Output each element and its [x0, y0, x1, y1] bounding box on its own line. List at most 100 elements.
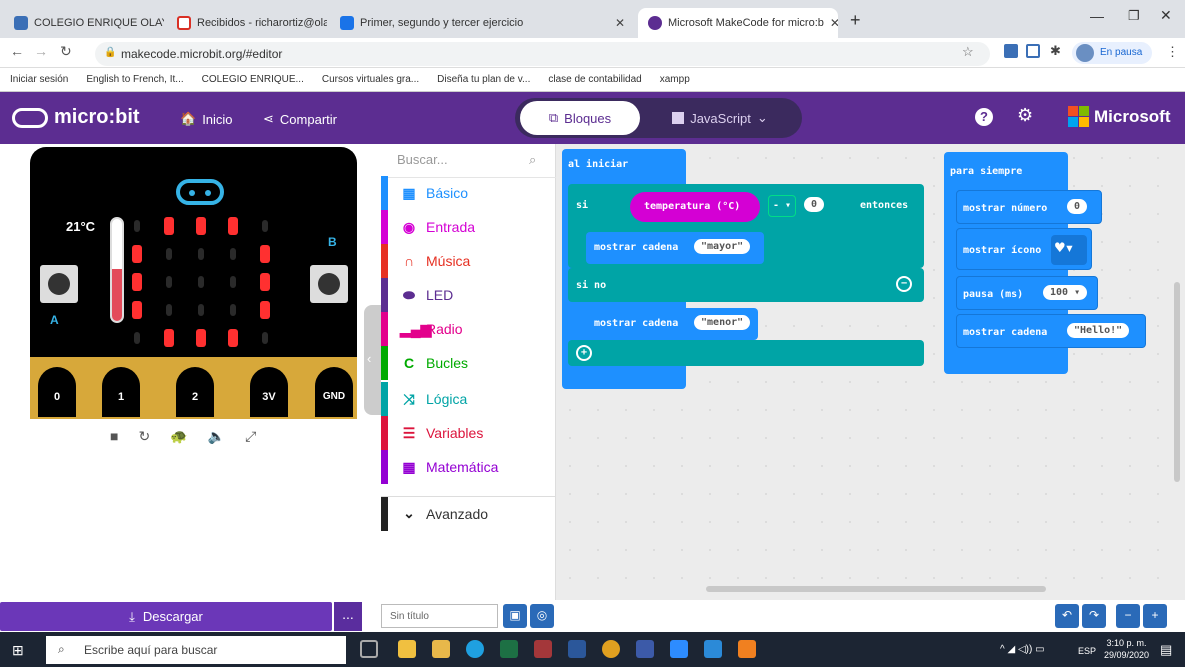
blocks-tab[interactable]: ⧉ Bloques [520, 101, 640, 135]
horizontal-scrollbar[interactable] [706, 586, 1046, 592]
help-icon[interactable]: ? [975, 108, 993, 126]
toolbox-category-musica[interactable]: ∩ Música [381, 244, 556, 278]
restart-icon[interactable]: ↻ [138, 428, 150, 445]
menu-icon[interactable]: ⋮ [1166, 44, 1179, 60]
toolbox-category-radio[interactable]: ▂▄▆ Radio [381, 312, 556, 346]
browser-tab[interactable]: Recibidos - richarortiz@olayista. ✕ [167, 8, 327, 38]
bookmark-item[interactable]: Cursos virtuales gra... [322, 74, 419, 85]
browser-tab[interactable]: COLEGIO ENRIQUE OLAYA HERR ✕ [4, 8, 164, 38]
edge-icon[interactable] [466, 640, 484, 658]
number-input[interactable]: 0 [1067, 199, 1088, 214]
pin-gnd[interactable]: GND [315, 367, 353, 417]
url-input[interactable]: 🔒 makecode.microbit.org/#editor [95, 42, 990, 66]
extension-icon[interactable] [1004, 44, 1018, 58]
string-input[interactable]: "menor" [694, 315, 751, 330]
minimize-icon[interactable]: — [1090, 8, 1104, 24]
task-view-icon[interactable] [360, 640, 378, 658]
heart-icon-dropdown[interactable]: ♥▾ [1051, 235, 1087, 265]
notifications-icon[interactable]: ▤ [1160, 642, 1172, 658]
github-icon[interactable]: ◎ [530, 604, 554, 628]
bookmark-item[interactable]: Diseña tu plan de v... [437, 74, 530, 85]
profile-button[interactable]: En pausa [1072, 42, 1152, 64]
bookmark-item[interactable]: clase de contabilidad [548, 74, 641, 85]
temperature-slider[interactable] [110, 217, 124, 323]
toolbox-category-logica[interactable]: ⤨ Lógica [381, 382, 556, 416]
pause-dropdown[interactable]: 100 ▾ [1043, 285, 1088, 300]
star-icon[interactable]: ☆ [962, 44, 974, 60]
close-icon[interactable]: ✕ [824, 16, 838, 30]
download-more-button[interactable]: ... [334, 602, 362, 631]
chrome-icon[interactable] [602, 640, 620, 658]
toolbox-category-entrada[interactable]: ◉ Entrada [381, 210, 556, 244]
system-tray-icons[interactable]: ^ ◢ ◁)) ▭ [1000, 644, 1045, 655]
reload-icon[interactable]: ↻ [60, 43, 72, 60]
chevron-down-icon[interactable]: ⌄ [757, 110, 768, 126]
excel-icon[interactable] [500, 640, 518, 658]
zoom-out-icon[interactable]: − [1116, 604, 1140, 628]
extension-icon[interactable] [1026, 44, 1040, 58]
word-icon[interactable] [568, 640, 586, 658]
javascript-tab[interactable]: JavaScript ⌄ [650, 101, 790, 135]
bookmark-item[interactable]: English to French, It... [86, 74, 183, 85]
app-icon[interactable] [636, 640, 654, 658]
pause-block[interactable]: pausa (ms) 100 ▾ [956, 276, 1098, 310]
show-string-block[interactable]: mostrar cadena "mayor" [586, 232, 764, 264]
toolbox-category-matematica[interactable]: ▦ Matemática [381, 450, 556, 484]
stop-icon[interactable]: ■ [110, 428, 118, 445]
bookmark-item[interactable]: Iniciar sesión [10, 74, 68, 85]
value-input[interactable]: 0 [804, 197, 825, 212]
operator-dropdown[interactable]: - ▾ [768, 195, 796, 217]
slowmo-icon[interactable]: 🐢 [170, 428, 187, 445]
puzzle-icon[interactable]: ✱ [1050, 43, 1061, 59]
pin-0[interactable]: 0 [38, 367, 76, 417]
toolbox-category-led[interactable]: ⬬ LED [381, 278, 556, 312]
collapse-simulator-button[interactable]: ‹ [364, 305, 381, 415]
button-a[interactable] [40, 265, 78, 303]
pin-2[interactable]: 2 [176, 367, 214, 417]
toolbox-category-bucles[interactable]: C Bucles [381, 346, 556, 380]
zoom-in-icon[interactable]: + [1143, 604, 1167, 628]
toolbox-advanced[interactable]: ⌄ Avanzado [381, 496, 556, 531]
undo-icon[interactable]: ↶ [1055, 604, 1079, 628]
clock[interactable]: 3:10 p. m. 29/09/2020 [1104, 637, 1149, 661]
browser-tab[interactable]: Primer, segundo y tercer ejercicio ✕ [330, 8, 635, 38]
temperature-reporter[interactable]: temperatura (°C) [630, 192, 760, 222]
gear-icon[interactable]: ⚙ [1017, 105, 1033, 126]
show-string-block[interactable]: mostrar cadena "Hello!" [956, 314, 1146, 348]
fullscreen-icon[interactable]: ⤢ [245, 428, 256, 445]
microbit-logo[interactable]: micro:bit [12, 106, 140, 129]
show-number-block[interactable]: mostrar número 0 [956, 190, 1102, 224]
mute-icon[interactable]: 🔈 [208, 428, 225, 445]
remove-else-icon[interactable]: − [896, 276, 912, 292]
access-icon[interactable] [534, 640, 552, 658]
store-icon[interactable] [398, 640, 416, 658]
home-button[interactable]: 🏠 Inicio [180, 111, 233, 127]
project-name-input[interactable]: Sin título [381, 604, 498, 628]
bookmark-item[interactable]: xampp [660, 74, 690, 85]
maximize-icon[interactable]: ❐ [1128, 8, 1140, 24]
new-tab-button[interactable]: + [850, 10, 861, 31]
bookmark-item[interactable]: COLEGIO ENRIQUE... [202, 74, 304, 85]
redo-icon[interactable]: ↷ [1082, 604, 1106, 628]
string-input[interactable]: "Hello!" [1067, 323, 1130, 338]
show-icon-block[interactable]: mostrar ícono ♥▾ [956, 228, 1092, 270]
forward-icon[interactable]: → [34, 43, 48, 59]
share-button[interactable]: ⋖ Compartir [263, 111, 337, 127]
window-close-icon[interactable]: ✕ [1160, 7, 1172, 24]
taskbar-search-input[interactable]: ⌕ Escribe aquí para buscar [46, 636, 346, 664]
xampp-icon[interactable] [738, 640, 756, 658]
string-input[interactable]: "mayor" [694, 239, 751, 254]
button-b[interactable] [310, 265, 348, 303]
windows-start-icon[interactable]: ⊞ [12, 642, 24, 659]
show-string-block[interactable]: mostrar cadena "menor" [586, 308, 758, 340]
toolbox-category-basico[interactable]: ▦ Básico [381, 176, 556, 210]
download-button[interactable]: ⤓ Descargar [0, 602, 332, 631]
pin-1[interactable]: 1 [102, 367, 140, 417]
vertical-scrollbar[interactable] [1174, 282, 1180, 482]
browser-tab-active[interactable]: Microsoft MakeCode for micro:b ✕ [638, 8, 838, 38]
toolbox-search-input[interactable]: Buscar... ⌕ [381, 144, 556, 178]
toolbox-category-variables[interactable]: ☰ Variables [381, 416, 556, 450]
file-explorer-icon[interactable] [432, 640, 450, 658]
zoom-app-icon[interactable] [670, 640, 688, 658]
pin-3v[interactable]: 3V [250, 367, 288, 417]
